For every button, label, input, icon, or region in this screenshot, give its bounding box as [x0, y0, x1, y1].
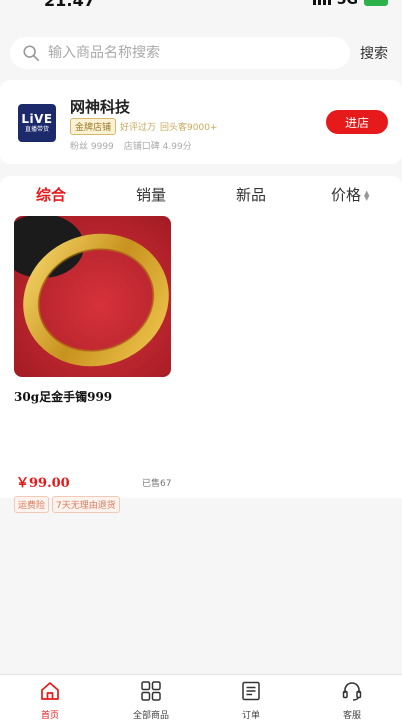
search-row: 搜索: [10, 37, 392, 69]
signal-icon: [312, 0, 331, 5]
sort-arrows-icon: ▲ ▼: [364, 188, 370, 202]
nav-customer-service-label: 客服: [342, 711, 361, 721]
nav-all-products[interactable]: 全部商品: [101, 675, 201, 721]
search-box[interactable]: [10, 37, 350, 69]
tab-price[interactable]: 价格 ▲ ▼: [331, 184, 369, 205]
nav-all-products-label: 全部商品: [132, 711, 169, 721]
store-rating: 店铺口碑 4.99分: [123, 142, 192, 152]
store-tag-reviews: 好评过万: [120, 123, 157, 133]
product-price: ￥99.00: [16, 476, 70, 491]
sort-tabs: 综合 销量 新品 价格 ▲ ▼: [0, 184, 402, 206]
headset-icon: [342, 682, 362, 701]
nav-customer-service[interactable]: 客服: [302, 675, 402, 721]
tab-new[interactable]: 新品: [236, 184, 266, 205]
store-stats: 粉丝 9999 店铺口碑 4.99分: [70, 139, 192, 152]
tab-comprehensive[interactable]: 综合: [36, 184, 66, 205]
grid-icon: [141, 681, 161, 701]
store-fans: 粉丝 9999: [70, 142, 114, 152]
store-card: LiVE 直播带货 网神科技 金牌店铺 好评过万 回头客9000+ 粉丝 999…: [0, 80, 402, 164]
status-indicators: 5G: [312, 0, 388, 8]
battery-icon: [364, 0, 388, 6]
network-label: 5G: [336, 0, 358, 8]
product-image[interactable]: [14, 216, 171, 377]
tab-price-label: 价格: [331, 186, 362, 204]
shipping-insurance-tag: 运费险: [14, 496, 50, 513]
store-logo[interactable]: LiVE 直播带货: [18, 104, 56, 142]
bottom-nav: 首页 全部商品 订单 客服: [0, 674, 402, 725]
search-input[interactable]: [48, 45, 328, 61]
nav-home-label: 首页: [40, 711, 59, 721]
search-icon: [23, 45, 40, 62]
status-time: 21:47: [44, 0, 95, 10]
tab-sales[interactable]: 销量: [136, 184, 166, 205]
enter-store-button[interactable]: 进店: [326, 110, 388, 134]
service-tags: 运费险 7天无理由退货: [14, 496, 120, 513]
nav-orders-label: 订单: [241, 711, 260, 721]
product-card[interactable]: 30g足金手镯999 ￥99.00 已售67 运费险 7天无理由退货: [14, 216, 174, 513]
store-tags: 金牌店铺 好评过万 回头客9000+: [70, 118, 217, 135]
store-name: 网神科技: [70, 98, 131, 116]
product-panel: 综合 销量 新品 价格 ▲ ▼ 30g足金手镯999 ￥99.00 已售67 运…: [0, 176, 402, 513]
store-logo-subtext: 直播带货: [24, 125, 49, 133]
nav-home[interactable]: 首页: [0, 675, 100, 721]
store-logo-text: LiVE: [21, 111, 53, 126]
product-title: 30g足金手镯999: [14, 390, 113, 404]
home-icon: [41, 682, 59, 700]
nav-orders[interactable]: 订单: [201, 675, 301, 721]
order-icon: [242, 681, 260, 701]
gold-store-badge: 金牌店铺: [70, 118, 117, 135]
search-button[interactable]: 搜索: [360, 43, 388, 63]
return-policy-tag: 7天无理由退货: [52, 496, 120, 513]
status-bar: 21:47 5G: [0, 0, 402, 14]
store-tag-returning: 回头客9000+: [160, 123, 218, 133]
product-sold-count: 已售67: [142, 479, 172, 489]
